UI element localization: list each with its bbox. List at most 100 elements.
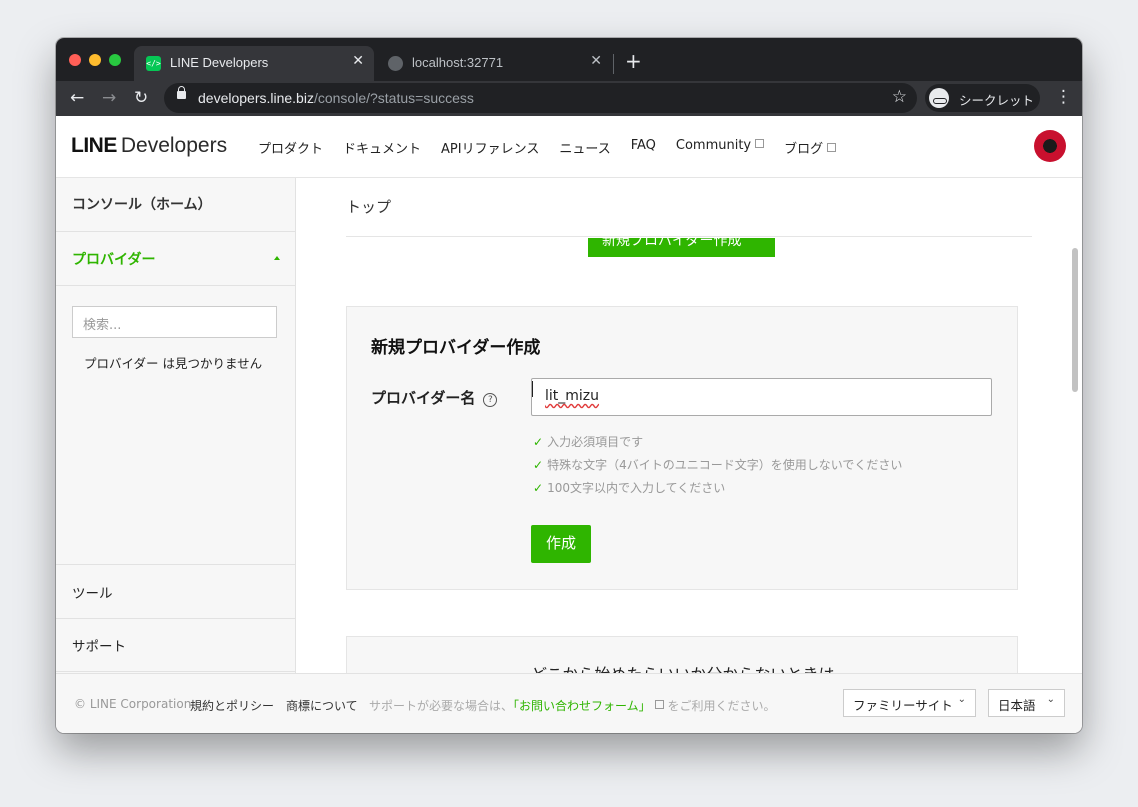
- contact-form-link[interactable]: 「お問い合わせフォーム」: [513, 699, 651, 713]
- sidebar-item-label: ツール: [72, 586, 113, 602]
- logo-developers: Developers: [120, 134, 228, 157]
- logo-line: LINE: [71, 134, 117, 157]
- check-icon: ✓: [533, 435, 544, 449]
- sidebar-item-tools[interactable]: ツール: [56, 564, 295, 619]
- new-provider-panel: 新規プロバイダー作成 プロバイダー名? lit_mizu ✓ 入力必須項目です ✓…: [346, 306, 1018, 590]
- reload-icon[interactable]: ↻: [134, 88, 148, 108]
- incognito-label: シークレット: [959, 93, 1035, 108]
- globe-icon: [388, 56, 403, 71]
- close-tab-icon[interactable]: ✕: [590, 53, 602, 69]
- tab-divider: [613, 54, 614, 74]
- rule-max-length: ✓ 100文字以内で入力してください: [533, 477, 902, 500]
- nav-blog[interactable]: ブログ: [784, 138, 837, 157]
- back-arrow-icon[interactable]: ←: [70, 88, 84, 108]
- external-link-icon: [755, 139, 765, 148]
- rule-text: 入力必須項目です: [547, 435, 644, 449]
- support-note-post: をご利用ください。: [667, 699, 776, 713]
- lock-icon: [177, 86, 186, 99]
- provider-search-input[interactable]: 検索...: [72, 306, 277, 338]
- rule-no-special-chars: ✓ 特殊な文字（4バイトのユニコード文字）を使用しないでください: [533, 454, 902, 477]
- no-providers-message: プロバイダー は見つかりません: [84, 356, 263, 371]
- language-label: 日本語: [998, 698, 1036, 713]
- main-nav: プロダクト ドキュメント APIリファレンス ニュース FAQ Communit…: [258, 138, 856, 157]
- bookmark-star-icon[interactable]: ☆: [892, 87, 907, 107]
- url-path: /console/?status=success: [313, 90, 474, 106]
- close-window-button[interactable]: [69, 54, 81, 66]
- sidebar-item-label: サポート: [72, 639, 126, 655]
- sidebar-item-support[interactable]: サポート: [56, 618, 295, 672]
- breadcrumb-divider: [346, 236, 1032, 237]
- url-text: developers.line.biz/console/?status=succ…: [198, 90, 474, 106]
- text-caret: [532, 381, 533, 397]
- tab-title: LINE Developers: [170, 55, 269, 70]
- tab-title: localhost:32771: [412, 55, 504, 70]
- family-site-label: ファミリーサイト: [853, 698, 953, 713]
- external-link-icon: [827, 143, 837, 152]
- nav-news[interactable]: ニュース: [559, 138, 610, 157]
- chevron-down-icon: ⌄: [1046, 694, 1055, 705]
- new-tab-button[interactable]: +: [625, 49, 642, 73]
- chevron-up-icon: [274, 256, 280, 260]
- language-select[interactable]: 日本語 ⌄: [988, 689, 1065, 717]
- footer: © LINE Corporation 規約とポリシー 商標について サポートが必…: [56, 673, 1082, 733]
- trademark-link[interactable]: 商標について: [286, 697, 358, 714]
- tab-localhost[interactable]: localhost:32771 ✕: [376, 46, 612, 81]
- provider-name-label-text: プロバイダー名: [371, 389, 476, 407]
- nav-api-reference[interactable]: APIリファレンス: [441, 138, 539, 157]
- rule-required: ✓ 入力必須項目です: [533, 431, 902, 454]
- provider-name-input[interactable]: lit_mizu: [531, 378, 992, 416]
- main-content: トップ 新規プロバイダー作成 新規プロバイダー作成 プロバイダー名? lit_m…: [296, 178, 1082, 673]
- browser-window: </> LINE Developers ✕ localhost:32771 ✕ …: [56, 38, 1082, 733]
- terms-link[interactable]: 規約とポリシー: [190, 697, 274, 714]
- nav-community-label: Community: [675, 138, 752, 153]
- user-avatar[interactable]: [1034, 130, 1066, 162]
- external-link-icon: [654, 700, 664, 709]
- code-icon: </>: [146, 56, 161, 71]
- page-scrollbar[interactable]: [1072, 248, 1078, 392]
- create-button[interactable]: 作成: [531, 525, 591, 563]
- check-icon: ✓: [533, 458, 544, 472]
- nav-faq[interactable]: FAQ: [631, 138, 656, 157]
- family-site-select[interactable]: ファミリーサイト ⌄: [843, 689, 976, 717]
- sidebar-item-console-home[interactable]: コンソール（ホーム）: [56, 178, 295, 232]
- sidebar: コンソール（ホーム） プロバイダー 検索... プロバイダー は見つかりません …: [56, 178, 296, 673]
- tab-line-developers[interactable]: </> LINE Developers ✕: [134, 46, 374, 81]
- sidebar-item-label: コンソール（ホーム）: [72, 197, 212, 213]
- nav-community[interactable]: Community: [675, 138, 765, 157]
- sidebar-item-label: プロバイダー: [72, 252, 156, 268]
- chevron-down-icon: ⌄: [957, 694, 966, 705]
- incognito-indicator[interactable]: シークレット: [925, 84, 1040, 112]
- incognito-icon: [929, 88, 949, 108]
- check-icon: ✓: [533, 481, 544, 495]
- site-header: LINE Developers プロダクト ドキュメント APIリファレンス ニュ…: [56, 116, 1082, 178]
- nav-products[interactable]: プロダクト: [258, 138, 323, 157]
- panel-title: 新規プロバイダー作成: [371, 338, 541, 358]
- getting-started-title: どこから始めたらいいか分からないときは: [531, 661, 835, 673]
- create-provider-top-button[interactable]: 新規プロバイダー作成: [588, 238, 775, 257]
- breadcrumb: トップ: [346, 198, 392, 216]
- address-bar[interactable]: developers.line.biz/console/?status=succ…: [164, 83, 917, 113]
- sidebar-item-providers[interactable]: プロバイダー: [56, 232, 295, 286]
- support-note-pre: サポートが必要な場合は、: [369, 699, 514, 713]
- nav-documents[interactable]: ドキュメント: [343, 138, 421, 157]
- copyright: © LINE Corporation: [74, 697, 192, 711]
- browser-toolbar: ← → ↻ developers.line.biz/console/?statu…: [56, 81, 1082, 116]
- validation-rules: ✓ 入力必須項目です ✓ 特殊な文字（4バイトのユニコード文字）を使用しないでくださ…: [533, 431, 902, 500]
- close-tab-icon[interactable]: ✕: [352, 53, 364, 69]
- provider-name-label: プロバイダー名?: [371, 387, 498, 408]
- support-note: サポートが必要な場合は、「お問い合わせフォーム」 をご利用ください。: [369, 697, 776, 714]
- minimize-window-button[interactable]: [89, 54, 101, 66]
- tab-strip: </> LINE Developers ✕ localhost:32771 ✕ …: [56, 38, 1082, 81]
- rule-text: 100文字以内で入力してください: [547, 481, 726, 495]
- zoom-window-button[interactable]: [109, 54, 121, 66]
- forward-arrow-icon[interactable]: →: [102, 88, 116, 108]
- line-developers-logo[interactable]: LINE Developers: [71, 134, 227, 158]
- getting-started-panel: どこから始めたらいいか分からないときは: [346, 636, 1018, 673]
- rule-text: 特殊な文字（4バイトのユニコード文字）を使用しないでください: [547, 458, 903, 472]
- provider-name-value: lit_mizu: [545, 388, 600, 404]
- help-icon[interactable]: ?: [483, 393, 498, 407]
- url-host: developers.line.biz: [198, 90, 314, 106]
- nav-blog-label: ブログ: [784, 142, 824, 157]
- browser-menu-icon[interactable]: ⋮: [1055, 87, 1072, 107]
- button-label: 新規プロバイダー作成: [602, 238, 742, 249]
